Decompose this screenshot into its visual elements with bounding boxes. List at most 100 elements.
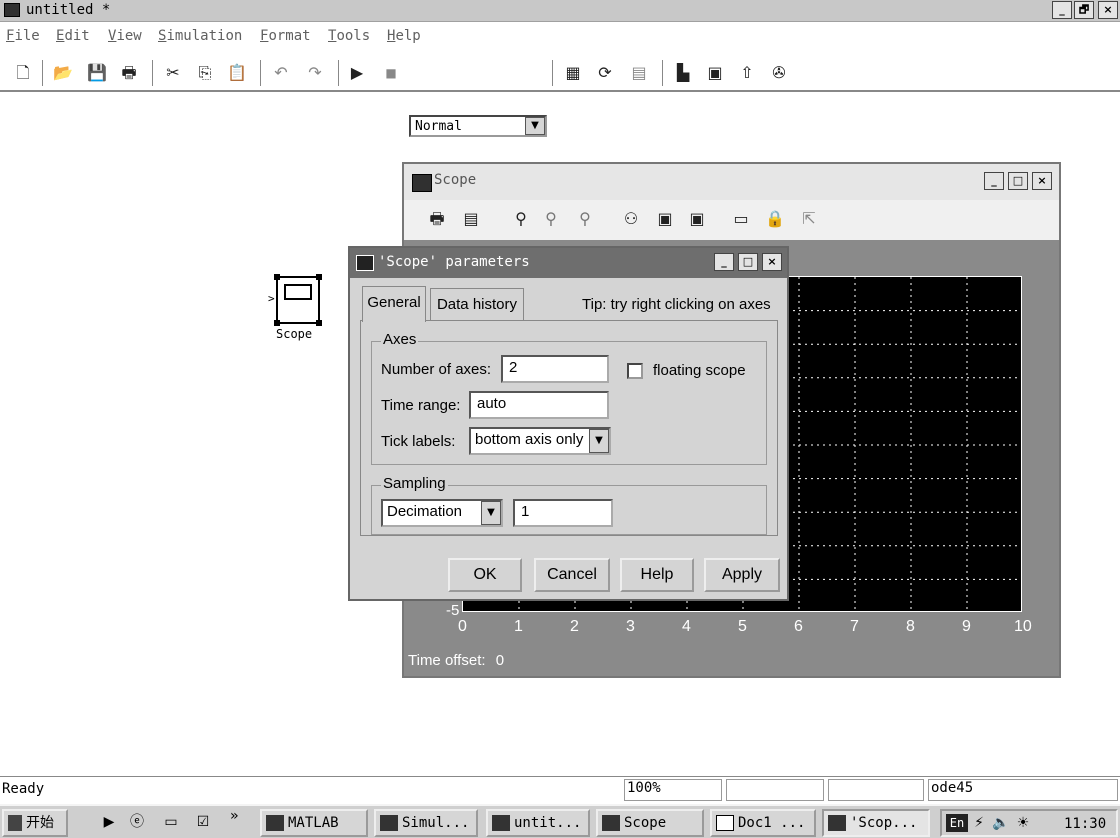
scope-toolbar: 🖶 ▤ ⚲ ⚲ ⚲ ⚇ ▣ ▣ ▭ 🔒 ⇱ — [404, 200, 1059, 240]
tab-general[interactable]: General — [362, 286, 426, 322]
parameters-icon[interactable]: ▤ — [460, 208, 482, 230]
zoom-y-icon[interactable]: ⚲ — [574, 208, 596, 230]
tray-app-icon[interactable]: ☀ — [1014, 815, 1032, 831]
menu-format[interactable]: Format — [260, 28, 311, 44]
menu-simulation[interactable]: Simulation — [158, 28, 242, 44]
ok-button[interactable]: OK — [448, 558, 522, 592]
scope-block[interactable]: > — [268, 274, 322, 326]
library-icon[interactable]: ▤ — [628, 62, 650, 84]
volume-icon[interactable]: 🔈 — [992, 815, 1010, 831]
scope-close-button[interactable]: × — [1032, 172, 1052, 190]
media-player-icon[interactable]: ▶ — [100, 814, 118, 830]
close-button[interactable]: × — [1098, 1, 1118, 19]
zoom-x-icon[interactable]: ⚲ — [540, 208, 562, 230]
menu-view[interactable]: View — [108, 28, 142, 44]
scope-icon — [828, 815, 846, 831]
chevron-down-icon[interactable]: ▼ — [589, 429, 609, 453]
start-icon[interactable]: ▶ — [346, 62, 368, 84]
scope-app-icon — [412, 174, 432, 192]
desktop-icon[interactable]: ▭ — [162, 814, 180, 830]
dialog-close-button[interactable]: × — [762, 253, 782, 271]
task-label: MATLAB — [288, 815, 339, 831]
print-icon[interactable]: 🖶 — [118, 62, 140, 84]
cut-icon[interactable]: ✂ — [162, 62, 184, 84]
floating-scope-icon[interactable]: ▭ — [730, 208, 752, 230]
quicklaunch-more[interactable]: » — [230, 808, 238, 824]
scope-minimize-button[interactable]: _ — [984, 172, 1004, 190]
selection-handle[interactable] — [316, 274, 322, 280]
restore-axes-icon[interactable]: ▣ — [686, 208, 708, 230]
task-doc1[interactable]: Doc1 ... — [710, 809, 816, 837]
scope-maximize-button[interactable]: □ — [1008, 172, 1028, 190]
help-button[interactable]: Help — [620, 558, 694, 592]
update-icon[interactable]: ⟳ — [594, 62, 616, 84]
task-scope-parameters[interactable]: 'Scop... — [822, 809, 930, 837]
redo-icon[interactable]: ↷ — [304, 62, 326, 84]
scope-block-label[interactable]: Scope — [276, 327, 312, 341]
explorer-icon[interactable]: ✇ — [768, 62, 790, 84]
save-axes-icon[interactable]: ▣ — [654, 208, 676, 230]
x-tick-label: 3 — [626, 618, 635, 635]
floating-scope-label: floating scope — [653, 362, 746, 379]
number-of-axes-input[interactable]: 2 — [501, 355, 609, 383]
sampling-mode-select[interactable]: Decimation ▼ — [381, 499, 503, 527]
selection-handle[interactable] — [274, 274, 280, 280]
selection-handle[interactable] — [274, 320, 280, 326]
scope-block-screen — [284, 284, 312, 300]
model-browser-icon[interactable]: ▙ — [672, 62, 694, 84]
toolbar-separator — [552, 60, 554, 86]
menu-file[interactable]: File — [6, 28, 40, 44]
scope-icon — [602, 815, 620, 831]
tab-data-history[interactable]: Data history — [430, 288, 524, 322]
menu-tools[interactable]: Tools — [328, 28, 370, 44]
task-simulink[interactable]: Simul... — [374, 809, 478, 837]
open-icon[interactable]: 📂 — [52, 62, 74, 84]
scope-title-bar: Scope _ □ × — [404, 164, 1059, 200]
toolbar: 🗋 📂 💾 🖶 ✂ ⎘ 📋 ↶ ↷ ▶ ■ Normal ▼ ▦ ⟳ ▤ ▙ ▣… — [0, 54, 1120, 137]
dialog-maximize-button[interactable]: □ — [738, 253, 758, 271]
save-icon[interactable]: 💾 — [86, 62, 108, 84]
copy-icon[interactable]: ⎘ — [194, 62, 216, 84]
stop-icon[interactable]: ■ — [380, 62, 402, 84]
dialog-minimize-button[interactable]: _ — [714, 253, 734, 271]
signal-selection-icon[interactable]: ⇱ — [798, 208, 820, 230]
time-range-input[interactable]: auto — [469, 391, 609, 419]
paste-icon[interactable]: 📋 — [226, 62, 248, 84]
start-button[interactable]: 开始 — [2, 809, 68, 837]
task-untitled[interactable]: untit... — [486, 809, 590, 837]
main-title-bar: untitled * _ 🗗 × — [0, 0, 1120, 22]
floating-scope-checkbox[interactable] — [627, 363, 643, 379]
menu-edit[interactable]: Edit — [56, 28, 90, 44]
simulation-mode-value: Normal — [415, 119, 462, 134]
undo-icon[interactable]: ↶ — [270, 62, 292, 84]
new-icon[interactable]: 🗋 — [12, 62, 34, 84]
selection-handle[interactable] — [316, 320, 322, 326]
apply-button[interactable]: Apply — [704, 558, 780, 592]
restore-button[interactable]: 🗗 — [1074, 1, 1094, 19]
print-icon[interactable]: 🖶 — [426, 208, 448, 230]
chevron-down-icon[interactable]: ▼ — [525, 117, 545, 135]
chevron-down-icon[interactable]: ▼ — [481, 501, 501, 525]
browser-icon[interactable]: ⓔ — [128, 814, 146, 830]
minimize-button[interactable]: _ — [1052, 1, 1072, 19]
autoscale-icon[interactable]: ⚇ — [620, 208, 642, 230]
sampling-value-input[interactable]: 1 — [513, 499, 613, 527]
menu-help[interactable]: Help — [387, 28, 421, 44]
task-matlab[interactable]: MATLAB — [260, 809, 368, 837]
input-port-icon[interactable]: > — [268, 292, 275, 305]
lock-axes-icon[interactable]: 🔒 — [764, 208, 786, 230]
task-scope[interactable]: Scope — [596, 809, 704, 837]
simulation-mode-select[interactable]: Normal ▼ — [409, 115, 547, 137]
language-indicator[interactable]: En — [946, 814, 968, 832]
build-icon[interactable]: ▦ — [562, 62, 584, 84]
taskbar: 开始 ▶ ⓔ ▭ ☑ » MATLAB Simul... untit... Sc… — [0, 804, 1120, 838]
tick-labels-select[interactable]: bottom axis only ▼ — [469, 427, 611, 455]
network-icon[interactable]: ⚡ — [970, 815, 988, 831]
dialog-title-bar: 'Scope' parameters _ □ × — [350, 248, 787, 278]
debug-icon[interactable]: ▣ — [704, 62, 726, 84]
up-icon[interactable]: ⇧ — [736, 62, 758, 84]
zoom-icon[interactable]: ⚲ — [510, 208, 532, 230]
cancel-button[interactable]: Cancel — [534, 558, 610, 592]
quicklaunch-icon[interactable]: ☑ — [194, 814, 212, 830]
status-bar: Ready 100% ode45 — [0, 776, 1120, 802]
